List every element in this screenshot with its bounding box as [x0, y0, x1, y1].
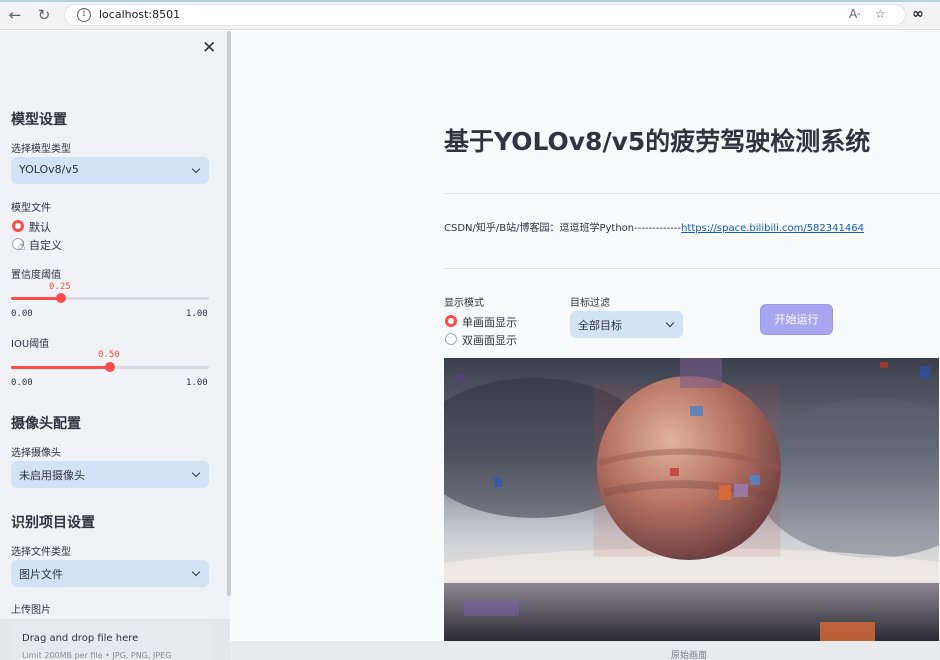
camera-label: 选择摄像头 [11, 448, 61, 459]
arrow-left-icon[interactable]: ← [6, 6, 24, 24]
chevron-down-icon [665, 318, 675, 328]
page-title: 基于YOLOv8/v5的疲劳驾驶检测系统 [444, 127, 871, 156]
info-icon[interactable]: i [77, 8, 91, 22]
detection-box [494, 478, 502, 487]
detection-box [690, 406, 703, 416]
infinity-icon[interactable]: ∞ [912, 6, 924, 22]
radio-single-view-label: 单画面显示 [462, 316, 517, 329]
confidence-value: 0.25 [49, 282, 71, 292]
confidence-label: 置信度阈值 [11, 270, 61, 281]
project-settings-heading: 识别项目设置 [11, 515, 95, 531]
radio-single-view[interactable] [445, 315, 457, 327]
radio-custom-label: 自定义 [29, 239, 62, 252]
model-type-value: YOLOv8/v5 [19, 163, 79, 176]
bilibili-link[interactable]: https://space.bilibili.com/582341464 [681, 223, 864, 234]
chevron-down-icon [191, 567, 201, 577]
close-icon[interactable]: ✕ [202, 38, 216, 58]
detection-box [734, 484, 748, 497]
credit-prefix: CSDN/知乎/B站/博客园：逗逗班学Python------------- [444, 223, 682, 234]
detection-box [464, 600, 519, 616]
iou-max: 1.00 [186, 378, 208, 388]
model-type-label: 选择模型类型 [11, 144, 71, 155]
radio-default[interactable] [12, 220, 24, 232]
confidence-slider[interactable] [11, 293, 209, 303]
detection-box [719, 485, 731, 500]
confidence-slider-thumb[interactable] [55, 293, 66, 303]
detection-box [456, 374, 465, 383]
run-button[interactable]: 开始运行 [760, 304, 833, 335]
radio-dual-view[interactable] [445, 333, 457, 345]
detection-box [593, 384, 781, 557]
divider [444, 193, 940, 194]
chevron-down-icon [191, 164, 201, 174]
iou-value: 0.50 [98, 350, 120, 360]
display-mode-label: 显示模式 [444, 298, 484, 309]
bottom-strip [230, 641, 940, 660]
detection-box [880, 362, 888, 368]
divider [444, 268, 940, 269]
iou-slider-fill [11, 366, 110, 369]
upload-limit: Limit 200MB per file • JPG, PNG, JPEG [22, 651, 172, 660]
model-type-select[interactable]: YOLOv8/v5 [11, 157, 209, 184]
chevron-down-icon [191, 468, 201, 478]
detection-box [920, 366, 930, 379]
browser-accent-line [0, 0, 940, 2]
detection-box [680, 358, 722, 388]
file-type-value: 图片文件 [19, 568, 63, 581]
model-settings-heading: 模型设置 [11, 112, 67, 128]
hand-cursor-icon: ☝ [18, 239, 26, 253]
upload-label: 上传图片 [11, 605, 51, 616]
radio-default-label: 默认 [29, 221, 51, 234]
target-filter-label: 目标过滤 [570, 298, 610, 309]
upload-title: Drag and drop file here [22, 633, 139, 644]
file-type-label: 选择文件类型 [11, 547, 71, 558]
iou-min: 0.00 [11, 378, 33, 388]
address-bar[interactable]: i localhost:8501 Aⁿ ☆ [64, 4, 906, 26]
planet-scene [444, 358, 939, 641]
confidence-max: 1.00 [186, 309, 208, 319]
target-filter-value: 全部目标 [578, 319, 622, 332]
confidence-min: 0.00 [11, 309, 33, 319]
detection-box [820, 622, 875, 641]
camera-value: 未启用摄像头 [19, 469, 85, 482]
reload-icon[interactable]: ↻ [35, 6, 53, 24]
model-file-label: 模型文件 [11, 203, 51, 214]
radio-dual-view-label: 双画面显示 [462, 334, 517, 347]
url-text: localhost:8501 [99, 8, 181, 21]
image-caption: 原始画面 [671, 651, 708, 660]
camera-select[interactable]: 未启用摄像头 [11, 461, 209, 488]
camera-config-heading: 摄像头配置 [11, 416, 81, 432]
result-image [444, 358, 939, 641]
star-icon[interactable]: ☆ [875, 7, 886, 21]
confidence-slider-fill [11, 297, 61, 300]
iou-slider[interactable] [11, 362, 209, 372]
read-aloud-icon[interactable]: Aⁿ [849, 7, 860, 21]
file-type-select[interactable]: 图片文件 [11, 560, 209, 587]
detection-box [670, 468, 679, 476]
detection-box [750, 475, 760, 485]
target-filter-select[interactable]: 全部目标 [570, 311, 683, 338]
credit-line: CSDN/知乎/B站/博客园：逗逗班学Python-------------ht… [444, 219, 864, 234]
iou-slider-thumb[interactable] [105, 362, 115, 372]
iou-label: IOU阈值 [11, 339, 50, 350]
browser-toolbar: ← ↻ i localhost:8501 Aⁿ ☆ ∞ [0, 0, 940, 30]
